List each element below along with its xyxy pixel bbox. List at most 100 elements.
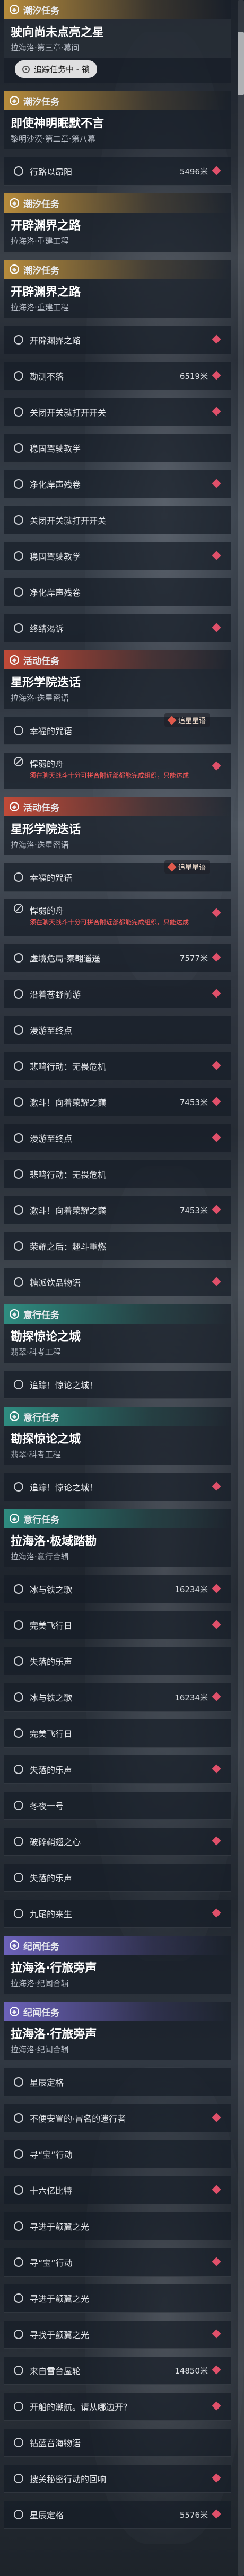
quest-title-block[interactable]: 星形学院迭话 拉海洛·迭星密语 (4, 669, 231, 709)
quest-title-block[interactable]: 拉海洛·极域踏勘 拉海洛·意行合辑 (4, 1528, 231, 1567)
quest-step-row[interactable]: 悲鸣行动：无畏危机 (4, 1160, 231, 1188)
quest-step-row[interactable]: 幸福的咒语 追星星语 (4, 860, 231, 892)
quest-step-row[interactable]: 勘测不落 6519米 (4, 362, 231, 390)
quest-card[interactable]: ◆ 潮汐任务 开辟渊界之路 拉海洛·重建工程 (4, 260, 231, 318)
step-label: 漫游至终点 (30, 1134, 73, 1144)
quest-title-block[interactable]: 驶向尚未点亮之星 拉海洛·第三章·幕间 (4, 19, 231, 58)
quest-step-row[interactable]: 九尾的来生 (4, 1900, 231, 1928)
quest-step-row[interactable]: 幸福的咒语 追星星语 (4, 713, 231, 745)
quest-step-row[interactable]: 不便安置的·冒名的遗行者 (4, 2104, 231, 2132)
step-text-block: 稳固驾驶教学 (30, 550, 231, 562)
quest-step-row[interactable]: 星辰定格 (4, 2068, 231, 2096)
quest-step-row[interactable]: 沿着苍野前游 (4, 980, 231, 1008)
scrollbar-track[interactable] (238, 0, 244, 2576)
waypoint-marker-icon[interactable] (212, 1205, 221, 1214)
quest-title: 勘探惊论之城 (11, 1330, 81, 1344)
quest-step-row[interactable]: 寻“宝”行动 (4, 2140, 231, 2168)
quest-card[interactable]: ◆ 潮汐任务 即使神明眠默不言 黎明沙漠·第二章·第八幕 (4, 91, 231, 149)
step-status-icon (14, 551, 23, 561)
quest-step-row[interactable]: 完美飞行日 (4, 1611, 231, 1639)
quest-title-block[interactable]: 勘探惊论之城 翡翠·科考工程 (4, 1324, 231, 1363)
quest-step-row[interactable]: 冬夜一号 (4, 1792, 231, 1820)
step-label: 寻“宝”行动 (30, 2150, 73, 2160)
quest-step-row[interactable]: 破碎鞘翅之心 (4, 1828, 231, 1856)
chat-bubble[interactable]: 追星星语 (164, 713, 211, 727)
quest-category-label: 潮汐任务 (23, 265, 59, 276)
quest-step-row[interactable]: 净化岸声残卷 (4, 470, 231, 498)
quest-step-row[interactable]: 寻进于颤翼之光 (4, 2212, 231, 2240)
quest-step-row[interactable]: 荣耀之后：趣斗重燃 (4, 1232, 231, 1260)
waypoint-marker-icon[interactable] (212, 1097, 221, 1106)
quest-card[interactable]: ◆ 潮汐任务 驶向尚未点亮之星 拉海洛·第三章·幕间 追踪任务中 - 锁 (4, 0, 231, 83)
quest-step-row[interactable]: 净化岸声残卷 (4, 578, 231, 606)
quest-step-row[interactable]: 失落的乐声 (4, 1647, 231, 1675)
step-text-block: 虚境危局·秦翱遥遥 (30, 951, 180, 964)
step-text-block: 失落的乐声 (30, 1655, 231, 1668)
quest-step-row[interactable]: 开辟渊界之路 (4, 326, 231, 354)
bubble-label: 追星星语 (178, 717, 206, 725)
step-label: 冰与铁之歌 (30, 1585, 73, 1595)
quest-step-row[interactable]: 开船的潮航。请从哪边开？ (4, 2393, 231, 2421)
quest-step-row[interactable]: 十六亿比特 (4, 2176, 231, 2204)
quest-step-row[interactable]: 悍弱的舟 须在聊天战斗十分可拼合附近部都能完成组织，只能达成 (4, 899, 231, 936)
waypoint-marker-icon[interactable] (212, 2509, 221, 2519)
quest-step-row[interactable]: 来自雪台屋轮 14850米 (4, 2357, 231, 2385)
quest-step-row[interactable]: 稳固驾驶教学 (4, 542, 231, 570)
quest-step-row[interactable]: 虚境危局·秦翱遥遥 7577米 (4, 944, 231, 972)
quest-title-block[interactable]: 拉海洛·行旅旁声 拉海洛·纪闻合辑 (4, 1955, 231, 1994)
quest-card[interactable]: ◆ 潮汐任务 开辟渊界之路 拉海洛·重建工程 (4, 193, 231, 252)
quest-card[interactable]: ◆ 纪闻任务 拉海洛·行旅旁声 拉海洛·纪闻合辑 (4, 2002, 231, 2060)
quest-step-row[interactable]: 悲鸣行动：无畏危机 (4, 1052, 231, 1080)
quest-step-row[interactable]: 完美飞行日 (4, 1719, 231, 1748)
quest-subtitle: 翡翠·科考工程 (11, 1450, 61, 1459)
waypoint-marker-icon[interactable] (212, 1584, 221, 1593)
quest-title-block[interactable]: 即使神明眠默不言 黎明沙漠·第二章·第八幕 (4, 110, 231, 149)
quest-step-row[interactable]: 激斗！向着荣耀之巅 7453米 (4, 1088, 231, 1116)
quest-step-row[interactable]: 搜关秘密行动的回响 (4, 2465, 231, 2493)
quest-card[interactable]: ◆ 意行任务 拉海洛·极域踏勘 拉海洛·意行合辑 (4, 1509, 231, 1567)
quest-step-row[interactable]: 行路以昂阳 5496米 (4, 157, 231, 186)
tracking-badge[interactable]: 追踪任务中 - 锁 (15, 60, 97, 78)
chat-bubble[interactable]: 追星星语 (164, 860, 211, 874)
quest-title-block[interactable]: 拉海洛·行旅旁声 拉海洛·纪闻合辑 (4, 2021, 231, 2060)
quest-card[interactable]: ◆ 意行任务 勘探惊论之城 翡翠·科考工程 (4, 1407, 231, 1465)
quest-step-row[interactable]: 关闭开关就打开开关 (4, 506, 231, 534)
quest-title-block[interactable]: 开辟渊界之路 拉海洛·重建工程 (4, 213, 231, 252)
waypoint-marker-icon[interactable] (212, 1692, 221, 1701)
quest-step-row[interactable]: 漫游至终点 (4, 1124, 231, 1152)
quest-title-block[interactable]: 勘探惊论之城 翡翠·科考工程 (4, 1426, 231, 1465)
step-label: 行路以昂阳 (30, 167, 73, 177)
quest-step-row[interactable]: 稳固驾驶教学 (4, 434, 231, 462)
quest-step-row[interactable]: 关闭开关就打开开关 (4, 398, 231, 426)
quest-step-row[interactable]: 寻进于颤翼之光 (4, 2284, 231, 2313)
waypoint-marker-icon[interactable] (212, 370, 221, 380)
quest-step-row[interactable]: 激斗！向着荣耀之巅 7453米 (4, 1196, 231, 1224)
quest-card[interactable]: ◆ 纪闻任务 拉海洛·行旅旁声 拉海洛·纪闻合辑 (4, 1936, 231, 1994)
quest-step-row[interactable]: 糖派饮品物语 (4, 1268, 231, 1296)
quest-card[interactable]: ◆ 意行任务 勘探惊论之城 翡翠·科考工程 (4, 1304, 231, 1363)
quest-step-row[interactable]: 悍弱的舟 须在聊天战斗十分可拼合附近部都能完成组织，只能达成 (4, 753, 231, 789)
quest-title-block[interactable]: 开辟渊界之路 拉海洛·重建工程 (4, 279, 231, 318)
quest-step-row[interactable]: 追踪！惊论之城！ (4, 1473, 231, 1501)
step-text-block: 寻“宝”行动 (30, 2148, 231, 2160)
quest-title-block[interactable]: 星形学院迭话 拉海洛·迭星密语 (4, 816, 231, 855)
waypoint-marker-icon[interactable] (212, 952, 221, 962)
step-status-icon (14, 1837, 23, 1846)
quest-step-row[interactable]: 冰与铁之歌 16234米 (4, 1683, 231, 1712)
quest-step-row[interactable]: 钻蓝音海物语 (4, 2429, 231, 2457)
quest-card[interactable]: ◆ 活动任务 星形学院迭话 拉海洛·迭星密语 (4, 650, 231, 709)
waypoint-marker-icon[interactable] (212, 166, 221, 175)
step-distance: 5496米 (179, 166, 208, 177)
quest-step-row[interactable]: 终结渴诉 (4, 614, 231, 642)
quest-step-row[interactable]: 失落的乐声 (4, 1864, 231, 1892)
waypoint-marker-icon[interactable] (212, 2365, 221, 2375)
scrollbar-thumb[interactable] (238, 32, 244, 95)
quest-step-row[interactable]: 星辰定格 5576米 (4, 2501, 231, 2529)
quest-step-row[interactable]: 寻找于颤翼之光 (4, 2321, 231, 2349)
quest-card[interactable]: ◆ 活动任务 星形学院迭话 拉海洛·迭星密语 (4, 797, 231, 855)
quest-step-row[interactable]: 寻“宝”行动 (4, 2248, 231, 2277)
quest-step-row[interactable]: 冰与铁之歌 16234米 (4, 1575, 231, 1603)
quest-step-row[interactable]: 追踪！惊论之城！ (4, 1371, 231, 1399)
quest-step-row[interactable]: 失落的乐声 (4, 1755, 231, 1784)
quest-step-row[interactable]: 漫游至终点 (4, 1016, 231, 1044)
